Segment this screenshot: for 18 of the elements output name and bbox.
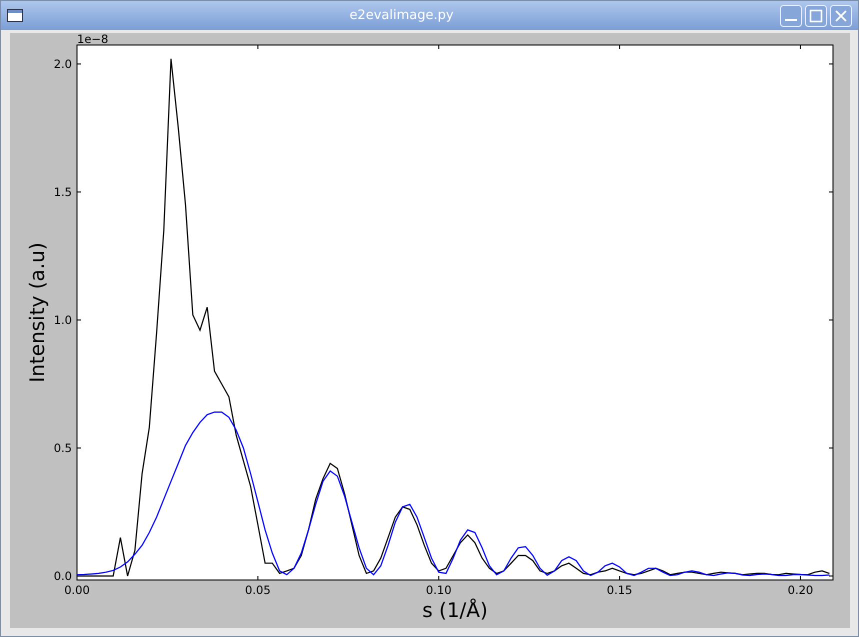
x-tick-label: 0.00 (64, 583, 90, 597)
x-tick-label: 0.20 (788, 583, 814, 597)
x-tick-label: 0.15 (606, 583, 632, 597)
window-icon[interactable] (7, 9, 23, 22)
y-axis-label: Intensity (a.u) (25, 242, 49, 383)
y-tick-label: 2.0 (54, 56, 72, 71)
minimize-icon[interactable] (780, 4, 802, 26)
y-tick-label: 0.0 (54, 569, 72, 583)
y-tick-label: 0.5 (54, 441, 72, 455)
x-tick-label: 0.05 (245, 583, 271, 597)
axis-offset-label: 1e−8 (77, 33, 108, 46)
x-tick-label: 0.10 (426, 583, 452, 597)
close-icon[interactable] (830, 4, 852, 26)
maximize-icon[interactable] (805, 4, 827, 26)
x-axis-label: s (1/Å) (422, 598, 488, 622)
y-tick-label: 1.0 (54, 312, 72, 327)
y-tick-label: 1.5 (54, 184, 72, 199)
window-title: e2evalimage.py (348, 6, 455, 25)
